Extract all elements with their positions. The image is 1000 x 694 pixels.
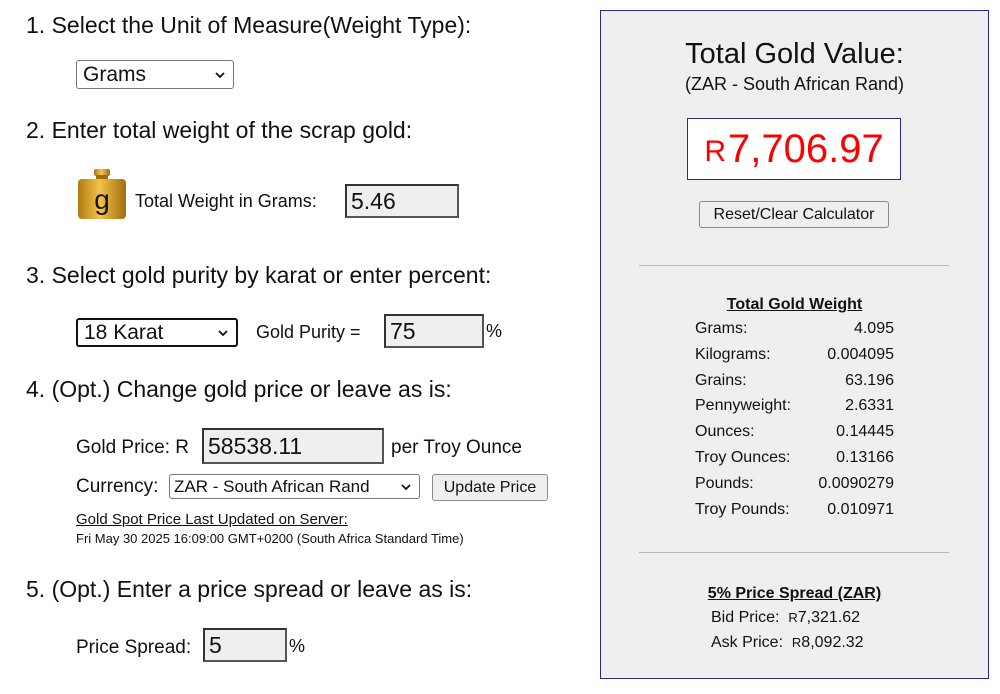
currency-label: Currency: [76, 476, 159, 497]
weight-row-label: Pounds: [695, 474, 754, 492]
weight-row: Ounces: 0.14445 [695, 423, 894, 449]
weight-row: Pennyweight: 2.6331 [695, 397, 894, 423]
results-panel: Total Gold Value: (ZAR - South African R… [600, 10, 989, 679]
total-value-box: R 7,706.97 [687, 118, 901, 180]
purity-input-value: 75 [390, 317, 416, 344]
spread-input-value: 5 [209, 631, 222, 658]
weight-row-label: Grams: [695, 320, 748, 337]
unit-select[interactable]: Grams [76, 60, 234, 89]
gram-weight-icon: g [78, 169, 126, 219]
divider [639, 265, 949, 266]
weight-row-value: 2.6331 [845, 397, 894, 415]
weight-row-label: Troy Pounds: [695, 500, 790, 518]
weight-row: Kilograms: 0.004095 [695, 346, 894, 372]
spread-label: Price Spread: [76, 637, 192, 658]
total-weight-title: Total Gold Weight [726, 296, 863, 313]
weight-label: Total Weight in Grams: [135, 191, 317, 211]
purity-input[interactable]: 75 [384, 314, 484, 348]
update-price-button[interactable]: Update Price [432, 474, 548, 501]
reset-calculator-button[interactable]: Reset/Clear Calculator [699, 201, 889, 228]
ask-price-value: 8,092.32 [801, 634, 864, 651]
weight-row-value: 4.095 [853, 320, 894, 337]
weight-row-label: Grains: [695, 371, 747, 389]
weight-row-label: Kilograms: [695, 345, 771, 363]
bid-price-currency-symbol: R [788, 610, 798, 625]
weight-row-label: Pennyweight: [695, 397, 792, 415]
bid-price-label: Bid Price: [711, 609, 780, 626]
weight-row-label: Troy Ounces: [695, 448, 791, 466]
unit-select-value: Grams [83, 62, 146, 86]
chevron-down-icon [218, 329, 228, 336]
weight-row: Grams: 4.095 [695, 320, 894, 346]
purity-unit: % [486, 321, 503, 341]
total-value-amount: 7,706.97 [727, 126, 884, 171]
chevron-down-icon [401, 483, 411, 490]
step-3-heading: 3. Select gold purity by karat or enter … [26, 262, 492, 288]
karat-select-value: 18 Karat [84, 320, 164, 344]
weight-row-value: 0.004095 [827, 345, 894, 363]
weight-row: Pounds: 0.0090279 [695, 475, 894, 501]
ask-price-label: Ask Price: [711, 634, 784, 651]
step-2-heading: 2. Enter total weight of the scrap gold: [26, 117, 413, 143]
price-unit-label: per Troy Ounce [391, 437, 522, 458]
weight-row-value: 63.196 [845, 371, 894, 389]
total-value-title: Total Gold Value: [685, 38, 904, 70]
weight-list: Grams: 4.095 Kilograms: 0.004095 Grains: 63… [695, 320, 894, 526]
price-spread-title: 5% Price Spread (ZAR) [707, 585, 882, 602]
price-updated-time: Fri May 30 2025 16:09:00 GMT+0200 (South… [76, 531, 464, 546]
weight-row: Grains: 63.196 [695, 372, 894, 398]
weight-row-value: 0.010971 [827, 500, 894, 518]
currency-select[interactable]: ZAR - South African Rand [169, 474, 420, 499]
weight-input[interactable]: 5.46 [345, 184, 459, 218]
ask-price-currency-symbol: R [791, 635, 802, 650]
divider [639, 552, 949, 553]
gold-price-input-value: 58538.11 [208, 432, 303, 459]
chevron-down-icon [215, 71, 225, 78]
bid-price-value: 7,321.62 [797, 609, 861, 626]
weight-row: Troy Ounces: 0.13166 [695, 449, 894, 475]
weight-row: Troy Pounds: 0.010971 [695, 501, 894, 527]
bid-price-row: Bid Price: R7,321.62 [711, 609, 860, 627]
weight-row-label: Ounces: [695, 423, 755, 441]
step-1-heading: 1. Select the Unit of Measure(Weight Typ… [26, 12, 472, 38]
total-value-subtitle: (ZAR - South African Rand) [684, 74, 905, 94]
weight-input-value: 5.46 [351, 187, 396, 214]
weight-row-value: 0.14445 [836, 423, 894, 441]
weight-row-value: 0.0090279 [818, 474, 894, 492]
spread-input[interactable]: 5 [203, 628, 287, 662]
spread-unit: % [289, 636, 306, 656]
ask-price-row: Ask Price: R8,092.32 [711, 634, 864, 652]
weight-row-value: 0.13166 [836, 448, 894, 466]
step-4-heading: 4. (Opt.) Change gold price or leave as … [26, 376, 452, 402]
weight-icon-letter: g [94, 184, 110, 215]
step-5-heading: 5. (Opt.) Enter a price spread or leave … [26, 576, 473, 602]
total-value-currency-symbol: R [704, 135, 726, 168]
karat-select[interactable]: 18 Karat [76, 318, 238, 347]
purity-label: Gold Purity = [256, 322, 361, 342]
gold-price-input[interactable]: 58538.11 [202, 428, 384, 464]
gold-price-label: Gold Price: R [76, 437, 189, 458]
price-updated-label: Gold Spot Price Last Updated on Server: [76, 511, 348, 528]
currency-select-value: ZAR - South African Rand [174, 476, 370, 496]
